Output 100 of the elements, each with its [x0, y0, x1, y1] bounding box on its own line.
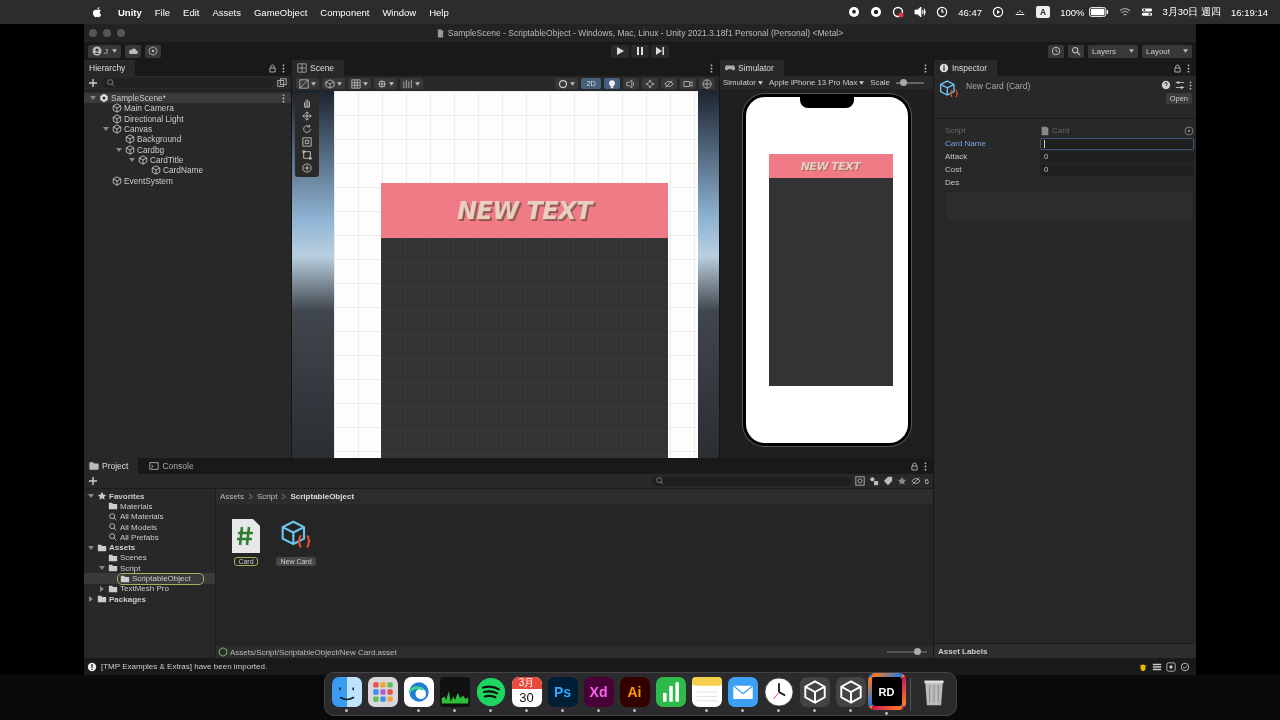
more-icon[interactable] [924, 461, 927, 471]
clock-text[interactable]: 16:19:14 [1231, 6, 1268, 18]
scene-visibility-icon[interactable] [277, 78, 287, 88]
input-field[interactable]: 0 [1040, 163, 1194, 176]
battery-icon[interactable] [1088, 7, 1109, 17]
chart-app-icon[interactable] [655, 676, 686, 707]
music-app-icon[interactable] [475, 676, 506, 707]
expand-arrow-icon[interactable] [90, 95, 96, 102]
add-button[interactable] [88, 476, 98, 486]
check-circle-icon[interactable] [1180, 661, 1190, 672]
scale-tool-icon[interactable] [302, 137, 312, 147]
soccer-ball-icon[interactable] [848, 6, 861, 18]
hierarchy-item[interactable]: Cardbg [137, 144, 165, 155]
play-circle-icon[interactable] [992, 6, 1005, 18]
project-tree-item[interactable]: Assets [95, 542, 138, 553]
expand-arrow-icon[interactable] [88, 544, 94, 551]
project-tree-item[interactable]: TextMesh Pro [106, 583, 171, 594]
more-icon[interactable] [710, 63, 713, 73]
volume-icon[interactable] [914, 6, 927, 18]
menu-item[interactable]: Component [320, 6, 370, 18]
mail-app-icon[interactable] [727, 676, 758, 707]
calendar-app-icon[interactable]: 3月 30 [511, 676, 542, 707]
cube-app-icon[interactable] [835, 676, 866, 707]
scale-slider-thumb[interactable] [899, 78, 907, 86]
orientation-button[interactable] [555, 78, 579, 89]
scene-tool-button[interactable] [296, 78, 319, 89]
activity-monitor-app-icon[interactable] [439, 676, 470, 707]
star-icon[interactable] [896, 476, 907, 486]
hierarchy-item[interactable]: Background [137, 134, 182, 145]
project-tree-item[interactable]: All Models [106, 522, 159, 533]
scene-view-button[interactable] [680, 78, 696, 89]
menu-item[interactable]: Help [429, 6, 449, 18]
breadcrumb-link[interactable]: Assets [220, 492, 244, 501]
notes-app-icon[interactable] [691, 676, 722, 707]
lock-icon[interactable] [1174, 63, 1181, 73]
rect-tool-icon[interactable] [302, 150, 312, 160]
breadcrumb-link[interactable]: Script [257, 492, 278, 501]
status-message[interactable]: [TMP Examples & Extras] have been imported. [101, 662, 268, 671]
hand-tool-icon[interactable] [302, 98, 312, 108]
date-text[interactable]: 3月30日 週四 [1162, 5, 1221, 19]
input-field[interactable] [1040, 137, 1194, 150]
shapes-icon[interactable] [868, 476, 879, 486]
more-icon[interactable] [282, 93, 285, 103]
expand-arrow-icon[interactable] [116, 146, 122, 153]
account-dropdown[interactable]: J [88, 44, 121, 58]
more-icon[interactable] [924, 63, 927, 73]
layout-dropdown[interactable]: Layout [1142, 44, 1192, 58]
input-source-indicator[interactable]: A [1036, 6, 1051, 18]
more-icon[interactable] [282, 63, 285, 73]
apple-logo-icon[interactable] [92, 5, 103, 19]
cloud-button[interactable] [125, 44, 141, 58]
lock-icon[interactable] [269, 63, 276, 73]
layers-dropdown[interactable]: Layers [1088, 44, 1138, 58]
cube-app-icon[interactable] [799, 676, 830, 707]
scene-tool-button[interactable] [374, 78, 397, 89]
project-tree-item[interactable]: Packages [95, 594, 148, 605]
project-tree-item[interactable]: Scenes [106, 552, 149, 563]
browser-app-icon[interactable] [403, 676, 434, 707]
project-tree-item[interactable]: ScriptableObject [117, 572, 204, 585]
inspector-tab[interactable]: Inspector [934, 60, 997, 76]
step-button[interactable] [651, 44, 669, 58]
scene-tab[interactable]: Scene [292, 60, 345, 76]
design-app-icon[interactable]: Ps [547, 676, 578, 707]
scene-view-button[interactable] [661, 78, 677, 89]
record-icon[interactable] [870, 6, 883, 18]
play-button[interactable] [611, 44, 629, 58]
more-icon[interactable] [1187, 63, 1190, 73]
help-icon[interactable] [1161, 80, 1171, 90]
hierarchy-item[interactable]: CardName [163, 165, 204, 176]
hierarchy-item[interactable]: Directional Light [124, 113, 184, 124]
zoom-slider-thumb[interactable] [914, 648, 921, 655]
expand-arrow-icon[interactable] [99, 585, 105, 592]
search-button[interactable] [1068, 44, 1084, 58]
sliders-icon[interactable] [1175, 80, 1185, 90]
hierarchy-item[interactable]: CardTitle [150, 154, 184, 165]
control-center-icon[interactable] [1140, 6, 1153, 18]
breadcrumb-link[interactable]: ScriptableObject [290, 492, 355, 501]
project-tree-item[interactable]: All Materials [106, 511, 166, 522]
launchpad-app-icon[interactable] [367, 676, 398, 707]
history-button[interactable] [1048, 44, 1064, 58]
scene-tool-button[interactable] [400, 78, 423, 89]
pause-button[interactable] [631, 44, 649, 58]
hidden-eye-icon[interactable] [910, 476, 921, 486]
transform-tool-icon[interactable] [302, 163, 312, 173]
panel-tab[interactable]: Project [84, 458, 139, 474]
timer-icon[interactable] [936, 6, 949, 18]
script-file-icon[interactable] [230, 518, 262, 554]
scene-view-button[interactable] [642, 78, 658, 89]
menu-item[interactable]: GameObject [253, 6, 308, 18]
move-tool-icon[interactable] [302, 111, 312, 121]
lock-icon[interactable] [911, 461, 918, 471]
scene-view-button[interactable] [699, 78, 715, 89]
expand-arrow-icon[interactable] [88, 596, 94, 603]
finder-app-icon[interactable] [331, 676, 362, 707]
more-icon[interactable] [1189, 80, 1192, 90]
hierarchy-item[interactable]: EventSystem [124, 175, 173, 186]
scene-tool-button[interactable] [322, 78, 345, 89]
design-app-icon[interactable]: Xd [583, 676, 614, 707]
lighting-toggle[interactable] [604, 78, 620, 89]
input-field[interactable]: 0 [1040, 150, 1194, 163]
